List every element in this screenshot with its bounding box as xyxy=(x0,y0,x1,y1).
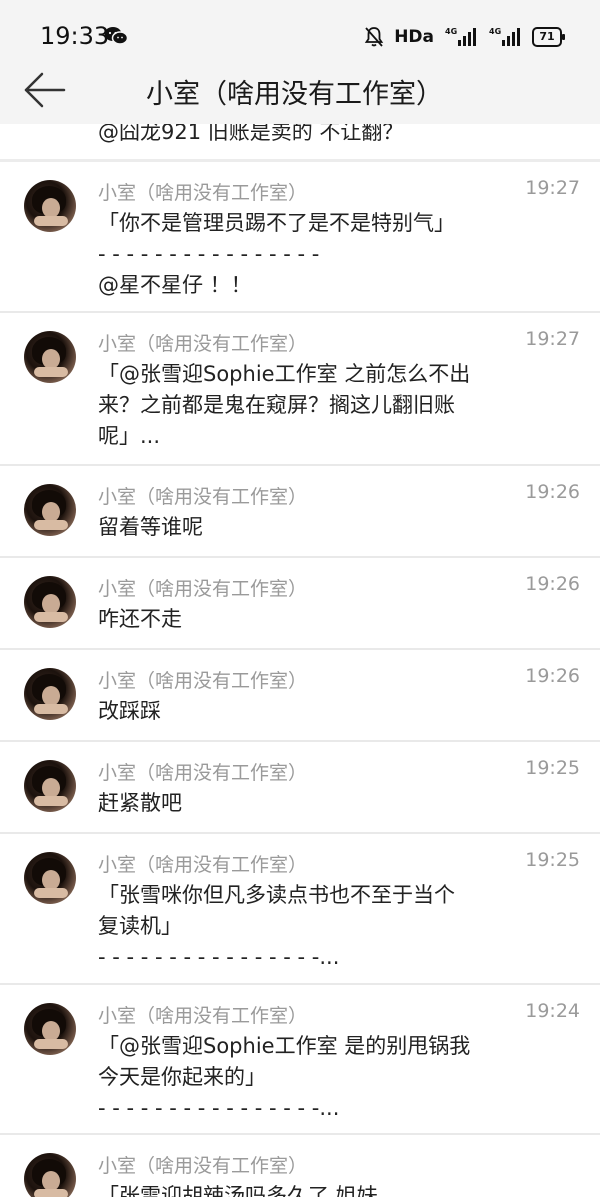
avatar[interactable] xyxy=(24,180,76,232)
page-title: 小室（啥用没有工作室） xyxy=(146,79,443,110)
message-time: 19:27 xyxy=(525,328,580,350)
message-text: 改踩踩 xyxy=(98,696,518,727)
sender-name: 小室（啥用没有工作室） xyxy=(98,670,308,692)
message-line: 呢」... xyxy=(98,424,161,448)
message-time: 19:27 xyxy=(525,177,580,199)
avatar[interactable] xyxy=(24,576,76,628)
message-line: 留着等谁呢 xyxy=(98,515,203,539)
message-time: 19:25 xyxy=(525,757,580,779)
list-item[interactable]: 小室（啥用没有工作室） 「张雪迎胡辣汤吗多久了 姐妹 xyxy=(0,1135,600,1197)
svg-text:4G: 4G xyxy=(489,27,501,36)
avatar[interactable] xyxy=(24,760,76,812)
svg-text:4G: 4G xyxy=(445,27,457,36)
sender-name: 小室（啥用没有工作室） xyxy=(98,182,308,204)
sender-name: 小室（啥用没有工作室） xyxy=(98,486,308,508)
message-line: 来？之前都是鬼在窥屏？搁这儿翻旧账 xyxy=(98,393,455,417)
avatar[interactable] xyxy=(24,852,76,904)
message-time: 19:26 xyxy=(525,573,580,595)
avatar[interactable] xyxy=(24,484,76,536)
list-item[interactable]: 小室（啥用没有工作室） 19:25 「张雪咪你但凡多读点书也不至于当个 复读机」… xyxy=(0,834,600,985)
message-text: 「@张雪迎Sophie工作室 之前怎么不出 来？之前都是鬼在窥屏？搁这儿翻旧账 … xyxy=(98,359,518,452)
mute-bell-icon xyxy=(365,27,384,47)
avatar[interactable] xyxy=(24,1003,76,1055)
message-line: - - - - - - - - - - - - - - - - xyxy=(98,242,320,266)
message-line: 「你不是管理员踢不了是不是特别气」 xyxy=(98,211,455,235)
list-item[interactable]: @囧龙921 旧账是卖的 不让翻？ xyxy=(0,124,600,159)
message-text: 「@张雪迎Sophie工作室 是的别甩锅我 今天是你起来的」 - - - - -… xyxy=(98,1031,518,1124)
sender-name: 小室（啥用没有工作室） xyxy=(98,578,308,600)
message-line: - - - - - - - - - - - - - - - -... xyxy=(98,945,340,969)
message-line: 「@张雪迎Sophie工作室 之前怎么不出 xyxy=(98,362,471,386)
signal-icon-2: 4G xyxy=(489,27,520,46)
message-text: 「你不是管理员踢不了是不是特别气」 - - - - - - - - - - - … xyxy=(98,208,518,301)
status-bar: 19:33 HDa 4G 4G 71 xyxy=(0,0,600,70)
status-time: 19:33 xyxy=(40,22,110,50)
message-time: 19:26 xyxy=(525,481,580,503)
list-item[interactable]: 小室（啥用没有工作室） 19:26 留着等谁呢 xyxy=(0,466,600,558)
message-line: 复读机」 xyxy=(98,914,182,938)
message-text: 「张雪迎胡辣汤吗多久了 姐妹 xyxy=(98,1181,518,1197)
message-line: 赶紧散吧 xyxy=(98,791,182,815)
message-line: 今天是你起来的」 xyxy=(98,1065,266,1089)
message-line: 咋还不走 xyxy=(98,607,182,631)
sender-name: 小室（啥用没有工作室） xyxy=(98,333,308,355)
message-text: @囧龙921 旧账是卖的 不让翻？ xyxy=(98,124,404,144)
message-text: 「张雪咪你但凡多读点书也不至于当个 复读机」 - - - - - - - - -… xyxy=(98,880,518,973)
message-time: 19:26 xyxy=(525,665,580,687)
hd-indicator: HDa xyxy=(394,27,434,47)
battery-icon: 71 xyxy=(532,27,565,47)
wechat-icon xyxy=(104,27,128,45)
message-time: 19:24 xyxy=(525,1000,580,1022)
avatar[interactable] xyxy=(24,668,76,720)
message-line: 「@张雪迎Sophie工作室 是的别甩锅我 xyxy=(98,1034,471,1058)
message-line: - - - - - - - - - - - - - - - -... xyxy=(98,1096,340,1120)
sender-name: 小室（啥用没有工作室） xyxy=(98,762,308,784)
message-line: @星不星仔 ！！ xyxy=(98,273,252,297)
message-list: @囧龙921 旧账是卖的 不让翻？ 小室（啥用没有工作室） 19:27 「你不是… xyxy=(0,124,600,1197)
message-text: 咋还不走 xyxy=(98,604,518,635)
list-item[interactable]: 小室（啥用没有工作室） 19:25 赶紧散吧 xyxy=(0,742,600,834)
avatar[interactable] xyxy=(24,331,76,383)
message-text: 留着等谁呢 xyxy=(98,512,518,543)
list-item[interactable]: 小室（啥用没有工作室） 19:26 咋还不走 xyxy=(0,558,600,650)
message-line: 「张雪咪你但凡多读点书也不至于当个 xyxy=(98,883,455,907)
message-time: 19:25 xyxy=(525,849,580,871)
signal-icon-1: 4G xyxy=(445,27,476,46)
message-line: 改踩踩 xyxy=(98,699,161,723)
sender-name: 小室（啥用没有工作室） xyxy=(98,1005,308,1027)
sender-name: 小室（啥用没有工作室） xyxy=(98,854,308,876)
list-item[interactable]: 小室（啥用没有工作室） 19:27 「你不是管理员踢不了是不是特别气」 - - … xyxy=(0,162,600,313)
status-icons: HDa 4G 4G 71 xyxy=(364,24,565,50)
message-text: 赶紧散吧 xyxy=(98,788,518,819)
list-item[interactable]: 小室（啥用没有工作室） 19:24 「@张雪迎Sophie工作室 是的别甩锅我 … xyxy=(0,985,600,1135)
header-bar: 小室（啥用没有工作室） xyxy=(0,62,600,124)
avatar[interactable] xyxy=(24,1153,76,1197)
list-item[interactable]: 小室（啥用没有工作室） 19:27 「@张雪迎Sophie工作室 之前怎么不出 … xyxy=(0,313,600,466)
screen: 19:33 HDa 4G 4G 71 小室（啥用没有工作室） @囧龙921 旧账… xyxy=(0,0,600,1197)
list-item[interactable]: 小室（啥用没有工作室） 19:26 改踩踩 xyxy=(0,650,600,742)
message-line: 「张雪迎胡辣汤吗多久了 姐妹 xyxy=(98,1184,378,1197)
sender-name: 小室（啥用没有工作室） xyxy=(98,1155,308,1177)
back-arrow-icon[interactable] xyxy=(20,70,68,110)
